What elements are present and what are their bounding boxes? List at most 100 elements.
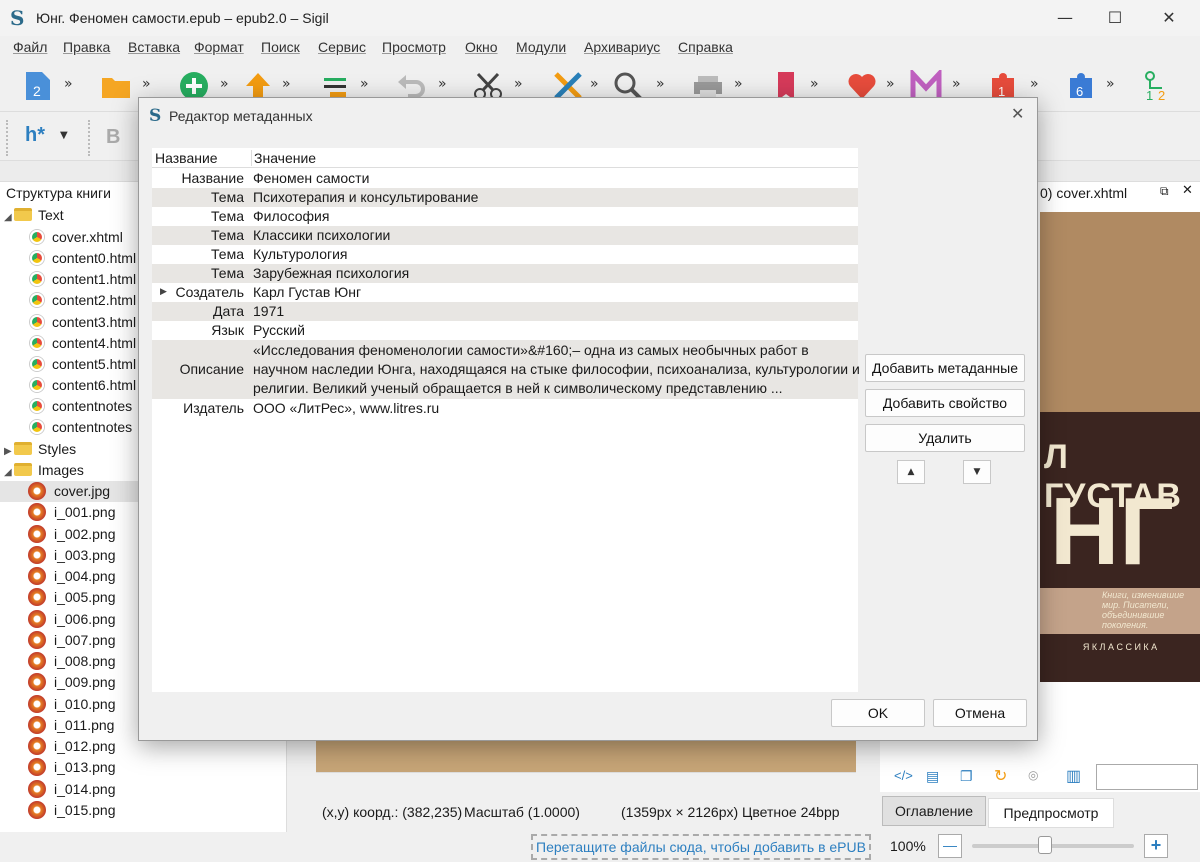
folder-text[interactable]: ◢ Text xyxy=(4,205,64,226)
toolbar-more[interactable]: » xyxy=(220,76,229,92)
toolbar-more[interactable]: » xyxy=(514,76,523,92)
minimize-button[interactable]: — xyxy=(1038,0,1092,36)
tree-file[interactable]: i_013.png xyxy=(28,757,116,778)
open-folder-icon[interactable] xyxy=(100,70,132,102)
toolbar-more[interactable]: » xyxy=(64,76,73,92)
expand-arrow-icon[interactable]: ▶ xyxy=(4,441,14,462)
toolbar-more[interactable]: » xyxy=(282,76,291,92)
close-panel-icon[interactable]: ✕ xyxy=(1182,183,1193,198)
hierarchy-icon[interactable]: 12 xyxy=(1142,70,1174,103)
plugin-6-icon[interactable]: 6 xyxy=(1066,70,1098,102)
refresh-icon[interactable]: ↻ xyxy=(994,766,1007,786)
add-property-button[interactable]: Добавить свойство xyxy=(865,389,1025,417)
table-row[interactable]: Описание «Исследования феноменологии сам… xyxy=(152,340,860,399)
table-row[interactable]: Тема Классики психологии xyxy=(152,226,858,245)
tree-file[interactable]: i_005.png xyxy=(28,587,116,608)
table-row[interactable]: Язык Русский xyxy=(152,321,858,340)
move-down-button[interactable]: ▼ xyxy=(963,460,991,484)
toolbar-more[interactable]: » xyxy=(810,76,819,92)
toolbar-more[interactable]: » xyxy=(952,76,961,92)
tree-file[interactable]: i_003.png xyxy=(28,545,116,566)
add-metadata-button[interactable]: Добавить метаданные xyxy=(865,354,1025,382)
zoom-slider-handle[interactable] xyxy=(1037,836,1052,854)
tree-file[interactable]: i_008.png xyxy=(28,651,116,672)
close-window-button[interactable]: ✕ xyxy=(1142,0,1196,36)
table-row[interactable]: Тема Философия xyxy=(152,207,858,226)
tree-file[interactable]: i_004.png xyxy=(28,566,116,587)
ok-button[interactable]: OK xyxy=(831,699,925,727)
horizontal-scrollbar[interactable] xyxy=(316,772,856,788)
tree-file[interactable]: i_011.png xyxy=(28,715,114,736)
tree-file[interactable]: i_001.png xyxy=(28,502,116,523)
tree-file[interactable]: cover.xhtml xyxy=(30,227,123,248)
dialog-close-icon[interactable]: ✕ xyxy=(1011,104,1024,123)
css-icon[interactable]: ◎ xyxy=(1028,768,1038,782)
float-icon[interactable]: ⧉ xyxy=(1160,184,1169,199)
code-view-icon[interactable]: </> xyxy=(894,768,913,783)
tree-file[interactable]: i_012.png xyxy=(28,736,116,757)
maximize-button[interactable]: ☐ xyxy=(1088,0,1142,36)
tree-file[interactable]: i_014.png xyxy=(28,779,116,800)
preview-search-input[interactable] xyxy=(1096,764,1198,790)
toolbar-more[interactable]: » xyxy=(590,76,599,92)
table-row[interactable]: Издатель ООО «ЛитРес», www.litres.ru xyxy=(152,399,858,418)
tab-preview[interactable]: Предпросмотр xyxy=(988,798,1114,828)
cancel-button[interactable]: Отмена xyxy=(933,699,1027,727)
tree-file[interactable]: i_015.png xyxy=(28,800,116,821)
tree-file[interactable]: content4.html xyxy=(30,333,136,354)
menu-plugins[interactable]: Модули xyxy=(516,39,566,55)
tab-toc[interactable]: Оглавление xyxy=(882,796,986,826)
menu-format[interactable]: Формат xyxy=(194,39,244,55)
toolbar-more[interactable]: » xyxy=(1106,76,1115,92)
menu-search[interactable]: Поиск xyxy=(261,39,300,55)
table-row[interactable]: Тема Зарубежная психология xyxy=(152,264,858,283)
new-file-icon[interactable]: 2 xyxy=(22,70,54,102)
print-preview-icon[interactable]: ▥ xyxy=(1066,766,1081,786)
toolbar-more[interactable]: » xyxy=(656,76,665,92)
toolbar-more[interactable]: » xyxy=(438,76,447,92)
table-row[interactable]: ▶ Создатель Карл Густав Юнг xyxy=(152,283,858,302)
tree-file[interactable]: content3.html xyxy=(30,312,136,333)
copy-icon[interactable]: ❐ xyxy=(960,768,973,785)
folder-images[interactable]: ◢ Images xyxy=(4,460,84,481)
bold-button[interactable]: B xyxy=(106,126,120,149)
toolbar-more[interactable]: » xyxy=(360,76,369,92)
column-header-name[interactable]: Название xyxy=(155,150,218,166)
toolbar-more[interactable]: » xyxy=(886,76,895,92)
expand-arrow-icon[interactable]: ▶ xyxy=(160,283,167,302)
menu-file[interactable]: Файл xyxy=(13,39,47,55)
menu-insert[interactable]: Вставка xyxy=(128,39,180,55)
menu-window[interactable]: Окно xyxy=(465,39,498,55)
toolbar-more[interactable]: » xyxy=(142,76,151,92)
zoom-slider-track[interactable] xyxy=(972,844,1134,848)
tree-file[interactable]: i_010.png xyxy=(28,694,116,715)
tree-file[interactable]: i_007.png xyxy=(28,630,116,651)
tree-file[interactable]: i_002.png xyxy=(28,524,116,545)
table-row[interactable]: Тема Психотерапия и консультирование xyxy=(152,188,858,207)
table-row[interactable]: Дата 1971 xyxy=(152,302,858,321)
tree-file[interactable]: i_009.png xyxy=(28,672,116,693)
tree-file[interactable]: content2.html xyxy=(30,290,136,311)
zoom-out-button[interactable]: — xyxy=(938,834,962,858)
toolbar-more[interactable]: » xyxy=(1030,76,1039,92)
collapse-arrow-icon[interactable]: ◢ xyxy=(4,207,14,228)
table-row[interactable]: Тема Культурология xyxy=(152,245,858,264)
menu-help[interactable]: Справка xyxy=(678,39,733,55)
menu-view[interactable]: Просмотр xyxy=(382,39,446,55)
drop-zone[interactable]: Перетащите файлы сюда, чтобы добавить в … xyxy=(531,834,871,860)
menu-edit[interactable]: Правка xyxy=(63,39,110,55)
toolbar-more[interactable]: » xyxy=(734,76,743,92)
heading-button[interactable]: h* xyxy=(25,124,45,147)
table-row[interactable]: Название Феномен самости xyxy=(152,169,858,188)
move-up-button[interactable]: ▲ xyxy=(897,460,925,484)
tree-file[interactable]: content6.html xyxy=(30,375,136,396)
collapse-arrow-icon[interactable]: ◢ xyxy=(4,462,14,483)
delete-button[interactable]: Удалить xyxy=(865,424,1025,452)
tree-file[interactable]: contentnotes xyxy=(30,417,132,438)
menu-tools[interactable]: Сервис xyxy=(318,39,366,55)
tree-file[interactable]: contentnotes xyxy=(30,396,132,417)
list-icon[interactable]: ▤ xyxy=(926,768,939,785)
column-header-value[interactable]: Значение xyxy=(251,150,316,166)
tree-file[interactable]: content0.html xyxy=(30,248,136,269)
zoom-in-button[interactable]: + xyxy=(1144,834,1168,858)
